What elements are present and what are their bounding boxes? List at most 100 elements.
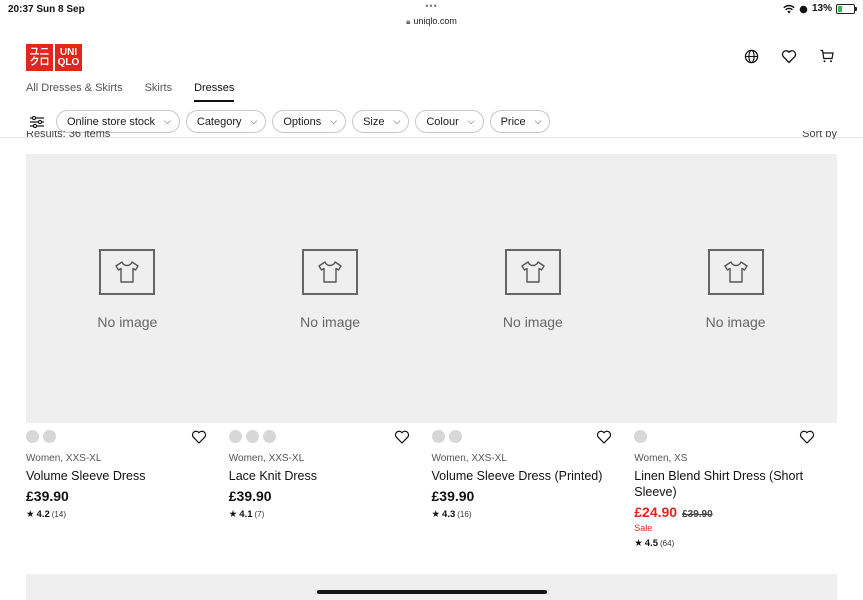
product-price: £39.90 [431, 488, 475, 504]
chevron-down-icon: ⌵ [330, 116, 338, 126]
review-count: (16) [457, 510, 472, 519]
results-count: Results: 36 items [26, 131, 111, 139]
product-image-placeholder[interactable]: No image [228, 154, 432, 423]
product-meta: Women, XXS-XL [26, 453, 102, 464]
wifi-icon [783, 4, 795, 13]
color-swatch[interactable] [228, 430, 242, 443]
address-bar[interactable]: 🔒︎ uniqlo.com [0, 16, 863, 27]
star-icon: ★ [634, 538, 643, 549]
next-row-placeholder [26, 574, 837, 600]
tab-all-dresses-skirts[interactable]: All Dresses & Skirts [26, 82, 123, 102]
star-icon: ★ [26, 509, 35, 520]
chevron-down-icon: ⌵ [467, 116, 475, 126]
product-rating: ★ 4.2 (14) [26, 509, 229, 520]
product-price: £39.90 [228, 488, 272, 504]
pill-label: Size [363, 115, 385, 128]
no-image-text: No image [97, 314, 158, 330]
cart-icon[interactable] [817, 46, 837, 66]
product-info: Women, XS Linen Blend Shirt Dress (Short… [634, 423, 837, 549]
product-name[interactable]: Lace Knit Dress [229, 468, 432, 484]
product-image-placeholder[interactable]: No image [431, 154, 635, 423]
favorite-heart-icon[interactable] [596, 429, 612, 445]
original-price: £39.90 [682, 509, 713, 520]
tab-dresses[interactable]: Dresses [194, 82, 235, 102]
rating-value: 4.5 [644, 538, 658, 549]
filter-category[interactable]: Category ⌵ [185, 110, 267, 133]
battery-percentage: 13% [811, 3, 832, 14]
sort-by-button[interactable]: Sort by [802, 131, 837, 139]
filter-colour[interactable]: Colour ⌵ [415, 110, 484, 133]
product-price: £39.90 [26, 488, 69, 504]
review-count: (64) [660, 539, 675, 548]
wishlist-heart-icon[interactable] [779, 46, 799, 66]
header-faded-right [787, 71, 837, 77]
uniqlo-logo[interactable]: ユニ クロ UNI QLO [26, 44, 82, 71]
battery-icon [836, 3, 857, 14]
pill-label: Online store stock [67, 115, 156, 128]
chevron-down-icon: ⌵ [393, 116, 401, 126]
site-header: ユニ クロ UNI QLO All Dresses & Skirts Skirt… [0, 34, 863, 139]
globe-icon[interactable] [741, 46, 761, 66]
color-swatch[interactable] [634, 430, 648, 443]
category-tabs: All Dresses & Skirts Skirts Dresses [26, 82, 256, 102]
product-name[interactable]: Linen Blend Shirt Dress (Short Sleeve) [634, 468, 837, 500]
product-card[interactable]: No image Women, XS Linen Blend Shirt Dre… [634, 154, 837, 549]
results-row: Results: 36 items Sort by [26, 131, 837, 139]
header-icons [741, 46, 837, 66]
breadcrumb-faded [26, 71, 201, 77]
chevron-down-icon: ⌵ [164, 116, 171, 126]
no-image-text: No image [705, 314, 766, 330]
product-image-placeholder[interactable]: No image [634, 154, 837, 423]
home-indicator[interactable] [317, 590, 547, 594]
product-grid: No image Women, XXS-XL Volume Sleeve Dre… [26, 154, 837, 549]
product-name[interactable]: Volume Sleeve Dress (Printed) [432, 468, 635, 484]
product-meta: Women, XXS-XL [228, 453, 305, 464]
tshirt-icon [707, 249, 764, 295]
logo-latin-bottom: QLO [57, 56, 80, 68]
status-bar: 20:37 Sun 8 Sep ••• 🔒︎ uniqlo.com 13% [0, 0, 863, 34]
product-meta: Women, XS [634, 453, 688, 464]
sale-label: Sale [634, 523, 653, 533]
tshirt-icon [99, 249, 156, 295]
sale-price: £24.90 [634, 504, 678, 520]
product-card[interactable]: No image Women, XXS-XL Volume Sleeve Dre… [26, 154, 229, 549]
product-name[interactable]: Volume Sleeve Dress [26, 468, 229, 484]
product-rating: ★ 4.3 (16) [432, 509, 635, 520]
chevron-down-icon: ⌵ [250, 116, 258, 126]
color-swatch[interactable] [262, 430, 276, 443]
filter-settings-icon[interactable] [26, 111, 48, 133]
color-swatch[interactable] [43, 430, 56, 443]
filter-price[interactable]: Price ⌵ [489, 110, 551, 133]
tshirt-icon [504, 249, 561, 295]
product-image-placeholder[interactable]: No image [26, 154, 229, 423]
rating-value: 4.1 [239, 509, 253, 520]
favorite-heart-icon[interactable] [191, 429, 207, 445]
product-card[interactable]: No image Women, XXS-XL Lace Knit Dress £… [228, 154, 432, 549]
star-icon: ★ [431, 509, 441, 520]
tshirt-icon [302, 249, 359, 295]
filter-bar: Online store stock ⌵ Category ⌵ Options ⌵ S… [26, 110, 551, 133]
color-swatch[interactable] [448, 430, 462, 443]
filter-online-store-stock[interactable]: Online store stock ⌵ [56, 110, 180, 133]
favorite-heart-icon[interactable] [799, 429, 815, 445]
color-swatch[interactable] [245, 430, 259, 443]
alarm-icon [799, 5, 808, 13]
pill-label: Colour [426, 115, 459, 128]
product-info: Women, XXS-XL Volume Sleeve Dress (Print… [431, 423, 635, 520]
tab-skirts[interactable]: Skirts [145, 82, 173, 102]
filter-options[interactable]: Options ⌵ [272, 110, 347, 133]
product-rating: ★ 4.1 (7) [229, 509, 432, 520]
product-price: £24.90 £39.90 [634, 504, 837, 520]
logo-latin-block: UNI QLO [55, 44, 82, 71]
favorite-heart-icon[interactable] [394, 429, 410, 445]
lock-icon: 🔒︎ [406, 17, 411, 26]
no-image-text: No image [502, 314, 563, 330]
color-swatch[interactable] [26, 430, 39, 443]
review-count: (7) [254, 510, 265, 519]
color-swatch[interactable] [431, 430, 445, 443]
logo-latin-top: UNI [59, 46, 78, 58]
product-card[interactable]: No image Women, XXS-XL Volume Sleeve Dre… [431, 154, 635, 549]
filter-size[interactable]: Size ⌵ [352, 110, 410, 133]
browser-more-dots[interactable]: ••• [0, 1, 863, 11]
url-text: uniqlo.com [413, 16, 457, 26]
